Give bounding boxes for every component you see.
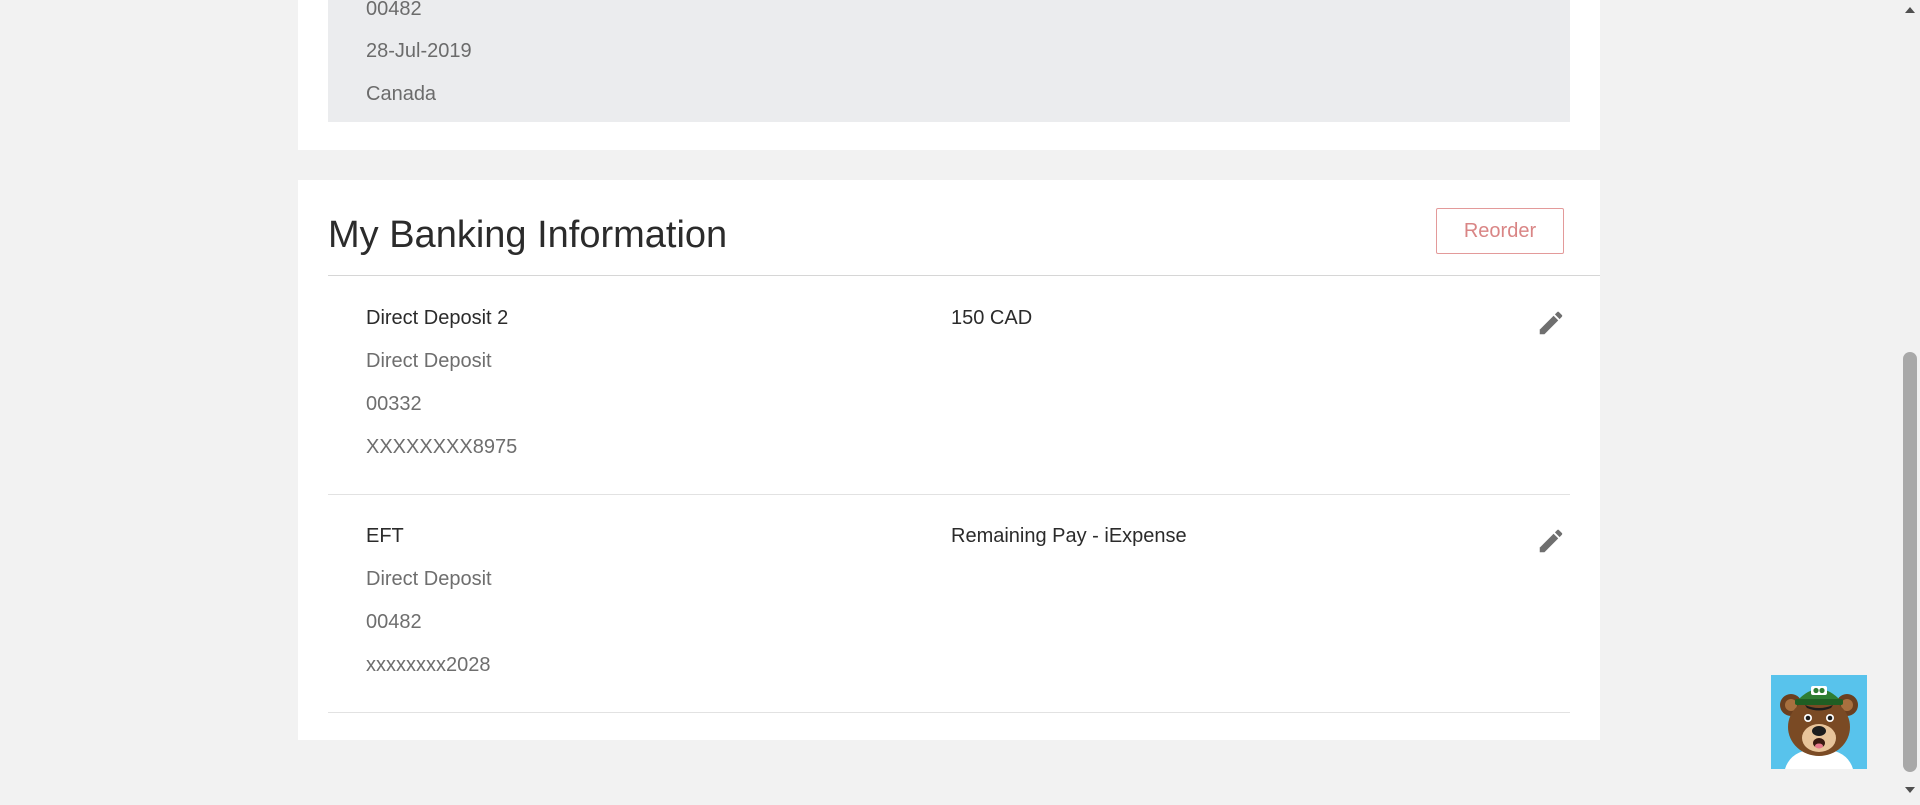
address-line-country: Canada	[366, 83, 437, 105]
edit-deposit-button[interactable]	[1536, 526, 1566, 556]
address-line-code: 00482	[366, 0, 422, 20]
edit-deposit-button[interactable]	[1536, 308, 1566, 338]
banking-information-card: My Banking Information Reorder Direct De…	[298, 180, 1600, 740]
scroll-thumb[interactable]	[1903, 352, 1917, 772]
scroll-down-arrow-icon[interactable]	[1900, 780, 1920, 800]
deposit-amount: Remaining Pay - iExpense	[951, 525, 1187, 547]
deposit-name: Direct Deposit 2	[366, 307, 509, 329]
deposit-transit: 00482	[366, 611, 422, 633]
address-panel: 00482 28-Jul-2019 Canada	[328, 0, 1570, 122]
deposit-account: xxxxxxxx2028	[366, 654, 491, 676]
address-line-date: 28-Jul-2019	[366, 40, 472, 62]
scroll-up-arrow-icon[interactable]	[1900, 0, 1920, 20]
pencil-icon	[1539, 529, 1563, 553]
vertical-scrollbar[interactable]	[1900, 0, 1920, 800]
personal-info-card: 00482 28-Jul-2019 Canada	[298, 0, 1600, 150]
deposit-name: EFT	[366, 525, 404, 547]
chatbot-launcher[interactable]	[1771, 675, 1867, 769]
deposit-row: EFT Direct Deposit 00482 xxxxxxxx2028 Re…	[328, 494, 1570, 713]
reorder-button[interactable]: Reorder	[1436, 208, 1564, 254]
deposit-amount: 150 CAD	[951, 307, 1033, 329]
bear-icon	[1771, 675, 1867, 769]
page-viewport: 00482 28-Jul-2019 Canada My Banking Info…	[0, 0, 1900, 800]
pencil-icon	[1539, 311, 1563, 335]
deposit-type: Direct Deposit	[366, 568, 492, 590]
section-title: My Banking Information	[328, 214, 728, 256]
deposit-transit: 00332	[366, 393, 422, 415]
deposit-row: Direct Deposit 2 Direct Deposit 00332 XX…	[328, 276, 1570, 495]
deposit-type: Direct Deposit	[366, 350, 492, 372]
deposit-account: XXXXXXXX8975	[366, 436, 518, 458]
